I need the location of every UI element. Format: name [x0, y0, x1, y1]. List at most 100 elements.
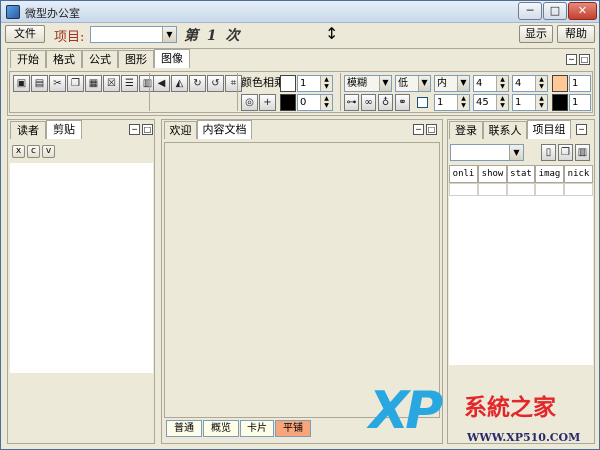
maximize-button[interactable]: □ [543, 2, 567, 20]
plus-icon[interactable]: + [259, 94, 276, 111]
grid-cell[interactable] [449, 183, 478, 196]
spin-input-2[interactable]: 0 ▲ ▼ [297, 94, 333, 111]
rotate-left-icon[interactable]: ↺ [207, 75, 224, 92]
view-overview-tab[interactable]: 概览 [203, 420, 239, 437]
left-restore-icon[interactable]: □ [142, 124, 153, 135]
tab-image[interactable]: 图像 [154, 49, 190, 68]
ribbon-restore-icon[interactable]: □ [579, 54, 590, 65]
paste-button[interactable]: v [42, 145, 55, 158]
clipboard-list[interactable] [10, 163, 153, 373]
color-swatch-black-2[interactable] [552, 94, 568, 111]
target-icon[interactable]: ◎ [241, 94, 258, 111]
rotate-right-icon[interactable]: ↻ [189, 75, 206, 92]
tab-clipboard[interactable]: 剪贴 [46, 120, 82, 139]
column-header-imag[interactable]: imag [535, 165, 564, 183]
spin-arrows-icon[interactable]: ▲ ▼ [320, 95, 332, 110]
paste-icon[interactable]: ▦ [85, 75, 102, 92]
tab-project-group[interactable]: 项目组 [527, 120, 571, 139]
help-button[interactable]: 帮助 [557, 25, 595, 43]
grid-cell[interactable] [507, 183, 535, 196]
effect-checkbox[interactable] [417, 97, 428, 108]
spin-input-c[interactable]: 1 [569, 75, 591, 92]
delete-icon[interactable]: ☒ [103, 75, 120, 92]
key-icon[interactable]: ⊶ [344, 94, 359, 111]
file-button[interactable]: 文件 [5, 25, 45, 43]
low-value: 低 [398, 78, 408, 89]
spin-input-f[interactable]: 1 ▲ ▼ [512, 94, 548, 111]
spin-input-e[interactable]: 45 ▲ ▼ [473, 94, 509, 111]
center-minimize-icon[interactable]: ─ [413, 124, 424, 135]
column-header-stat[interactable]: stat [507, 165, 535, 183]
color-swatch-black[interactable] [280, 94, 296, 111]
column-header-nick[interactable]: nick [564, 165, 593, 183]
crop-icon[interactable]: ⌗ [225, 75, 242, 92]
tab-welcome[interactable]: 欢迎 [164, 121, 197, 139]
new-doc-icon[interactable]: ▯ [541, 144, 556, 161]
chevron-down-icon[interactable]: ▼ [509, 145, 523, 160]
flip-horizontal-icon[interactable]: ◭ [171, 75, 188, 92]
grid-cell[interactable] [564, 183, 593, 196]
save-image-icon[interactable]: ▤ [31, 75, 48, 92]
flip-left-icon[interactable]: ◀ [153, 75, 170, 92]
watermark-brand: XP [369, 381, 443, 441]
spin-input-g[interactable]: 1 [569, 94, 591, 111]
spin-input-1[interactable]: 1 ▲ ▼ [297, 75, 333, 92]
spin-arrows-icon[interactable]: ▲ ▼ [535, 76, 547, 91]
link-icon[interactable]: ⚭ [395, 94, 410, 111]
resize-vertical-icon[interactable]: ↕ [325, 26, 338, 42]
chevron-down-icon[interactable]: ▼ [418, 76, 430, 91]
spin-input-b[interactable]: 4 ▲ ▼ [512, 75, 548, 92]
view-normal-tab[interactable]: 普通 [166, 420, 202, 437]
tab-graphics[interactable]: 图形 [118, 50, 154, 68]
watermark-site-name: 系統之家 [464, 394, 556, 421]
column-header-onli[interactable]: onli [449, 165, 478, 183]
inner-select[interactable]: 内 ▼ [434, 75, 470, 92]
tab-content-doc[interactable]: 内容文档 [197, 120, 252, 139]
center-restore-icon[interactable]: □ [426, 124, 437, 135]
chevron-down-icon[interactable]: ▼ [162, 27, 176, 42]
project-select[interactable]: ▼ [90, 26, 177, 43]
tab-formula[interactable]: 公式 [82, 50, 118, 68]
close-button[interactable]: ✕ [568, 2, 597, 20]
copy-doc-icon[interactable]: ❐ [558, 144, 573, 161]
tab-start[interactable]: 开始 [10, 50, 46, 68]
scissors-link-icon[interactable]: ∞ [361, 94, 376, 111]
right-minimize-icon[interactable]: ─ [576, 124, 587, 135]
spin-arrows-icon[interactable]: ▲ ▼ [535, 95, 547, 110]
copy-icon[interactable]: ❐ [67, 75, 84, 92]
group-select[interactable]: ▼ [450, 144, 524, 161]
blur-select[interactable]: 模糊 ▼ [344, 75, 392, 92]
tab-login[interactable]: 登录 [449, 121, 483, 139]
shape-icon[interactable]: ♁ [378, 94, 393, 111]
display-button[interactable]: 显示 [519, 25, 553, 43]
spin-input-d[interactable]: 1 ▲ ▼ [434, 94, 470, 111]
insert-image-icon[interactable]: ▣ [13, 75, 30, 92]
grid-cell[interactable] [535, 183, 564, 196]
color-swatch-white[interactable] [280, 75, 296, 92]
color-swatch-peach[interactable] [552, 75, 568, 92]
tab-format[interactable]: 格式 [46, 50, 82, 68]
copy-button[interactable]: c [27, 145, 40, 158]
minimize-button[interactable]: ─ [518, 2, 542, 20]
tab-readers[interactable]: 读者 [10, 121, 46, 139]
spin-arrows-icon[interactable]: ▲ ▼ [496, 76, 508, 91]
column-header-show[interactable]: show [478, 165, 507, 183]
columns-icon[interactable]: ▥ [575, 144, 590, 161]
view-card-tab[interactable]: 卡片 [240, 420, 274, 437]
tab-contacts[interactable]: 联系人 [483, 121, 527, 139]
low-select[interactable]: 低 ▼ [395, 75, 431, 92]
spin-arrows-icon[interactable]: ▲ ▼ [320, 76, 332, 91]
list-icon[interactable]: ☰ [121, 75, 138, 92]
grid-cell[interactable] [478, 183, 507, 196]
spin-arrows-icon[interactable]: ▲ ▼ [457, 95, 469, 110]
left-minimize-icon[interactable]: ─ [129, 124, 140, 135]
cut-button[interactable]: x [12, 145, 25, 158]
spin-arrows-icon[interactable]: ▲ ▼ [496, 95, 508, 110]
view-tile-tab[interactable]: 平铺 [275, 420, 311, 437]
chevron-down-icon[interactable]: ▼ [457, 76, 469, 91]
ribbon-minimize-icon[interactable]: ─ [566, 54, 577, 65]
cut-icon[interactable]: ✂ [49, 75, 66, 92]
document-area[interactable] [164, 142, 440, 418]
chevron-down-icon[interactable]: ▼ [379, 76, 391, 91]
spin-input-a[interactable]: 4 ▲ ▼ [473, 75, 509, 92]
